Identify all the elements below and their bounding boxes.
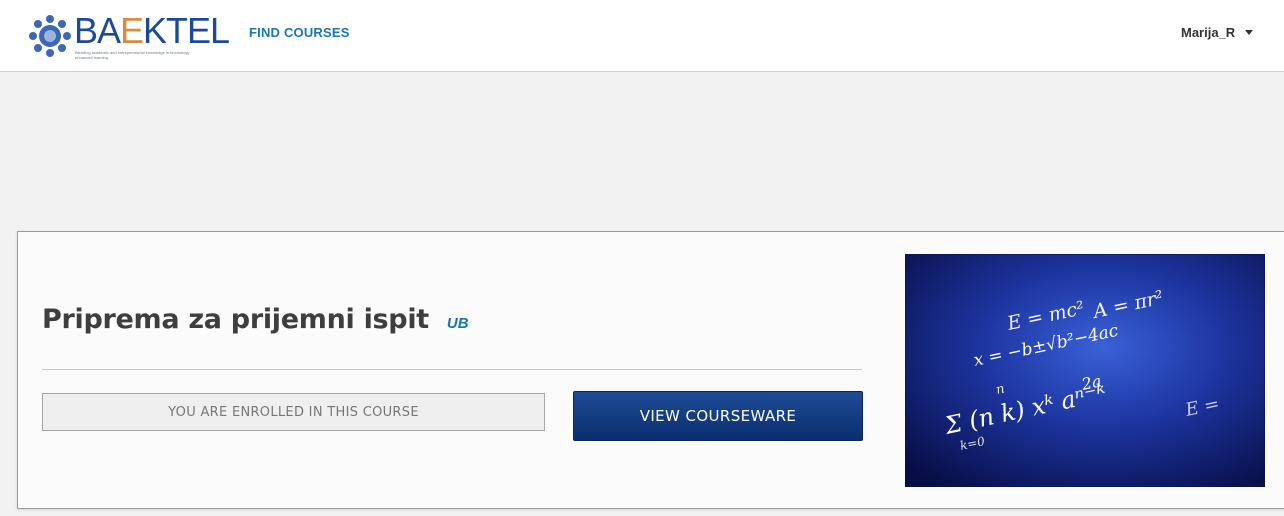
course-image: E = mc² A = πr² x = −b±√b²−4ac 2a Σ (n k… xyxy=(905,254,1265,487)
caret-down-icon[interactable] xyxy=(1245,29,1254,35)
course-title-row: Priprema za prijemni ispit UB xyxy=(42,304,469,335)
top-navigation-bar: BAEKTEL Blending academic and entreprene… xyxy=(0,0,1284,72)
course-hero-banner xyxy=(0,73,1284,231)
title-divider xyxy=(42,369,862,370)
view-courseware-button[interactable]: VIEW COURSEWARE xyxy=(573,391,863,441)
username-label[interactable]: Marija_R xyxy=(1181,25,1235,40)
enrolled-status-banner: YOU ARE ENROLLED IN THIS COURSE xyxy=(42,393,545,431)
logo-tagline: Blending academic and entrepreneurial kn… xyxy=(75,50,190,60)
course-organization: UB xyxy=(446,315,469,332)
logo-wordmark: BAEKTEL xyxy=(74,10,230,51)
user-menu-dropdown[interactable]: Marija_R xyxy=(1181,22,1254,42)
course-info-card: Priprema za prijemni ispit UB YOU ARE EN… xyxy=(17,231,1284,509)
baektel-logo[interactable]: BAEKTEL Blending academic and entreprene… xyxy=(28,10,230,62)
logo-gear-icon xyxy=(29,15,71,57)
course-title: Priprema za prijemni ispit xyxy=(42,304,429,335)
find-courses-link[interactable]: FIND COURSES xyxy=(249,25,350,40)
